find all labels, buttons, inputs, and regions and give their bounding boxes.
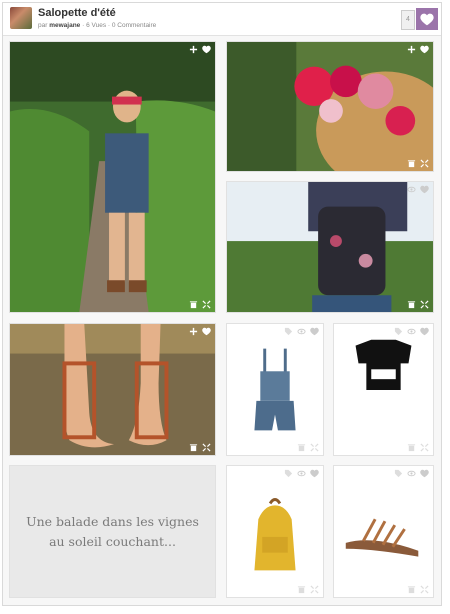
heart-icon[interactable]	[420, 327, 429, 336]
feet-photo	[10, 324, 215, 455]
photo-tile-outfit[interactable]	[9, 41, 216, 313]
like-button[interactable]	[416, 8, 438, 30]
product-tile-overalls[interactable]	[226, 323, 324, 456]
trash-icon[interactable]	[407, 443, 416, 452]
tag-icon[interactable]	[284, 327, 293, 336]
plus-icon[interactable]	[407, 45, 416, 54]
plus-icon[interactable]	[189, 327, 198, 336]
eye-icon[interactable]	[407, 185, 416, 194]
heart-icon	[420, 13, 434, 25]
overalls-product-image	[227, 324, 323, 455]
sandals-product-image	[334, 466, 433, 597]
trash-icon[interactable]	[189, 300, 198, 309]
tag-icon[interactable]	[284, 469, 293, 478]
eye-icon[interactable]	[407, 327, 416, 336]
expand-icon[interactable]	[420, 585, 429, 594]
heart-icon[interactable]	[420, 45, 429, 54]
caption-text: Une balade dans les vignes au soleil cou…	[26, 513, 199, 549]
tag-icon[interactable]	[394, 469, 403, 478]
trash-icon[interactable]	[407, 585, 416, 594]
post-header: Salopette d'été par mewajane · 6 Vues · …	[3, 3, 441, 36]
heart-icon[interactable]	[420, 469, 429, 478]
author-link[interactable]: mewajane	[49, 22, 80, 29]
flower-crown-photo	[227, 42, 433, 171]
expand-icon[interactable]	[310, 443, 319, 452]
trash-icon[interactable]	[297, 585, 306, 594]
product-tile-tshirt[interactable]	[333, 323, 434, 456]
eye-icon[interactable]	[297, 327, 306, 336]
trash-icon[interactable]	[407, 300, 416, 309]
expand-icon[interactable]	[420, 159, 429, 168]
tag-icon[interactable]	[394, 327, 403, 336]
backpack-back-photo	[227, 182, 433, 312]
photo-tile-feet[interactable]	[9, 323, 216, 456]
tshirt-product-image	[334, 324, 433, 455]
eye-icon[interactable]	[407, 469, 416, 478]
photo-tile-backpack-back[interactable]	[226, 181, 434, 313]
expand-icon[interactable]	[202, 300, 211, 309]
eye-icon[interactable]	[297, 469, 306, 478]
expand-icon[interactable]	[420, 443, 429, 452]
outfit-photo	[10, 42, 215, 312]
by-prefix: par	[38, 22, 48, 29]
like-count: 4	[401, 10, 415, 30]
trash-icon[interactable]	[407, 159, 416, 168]
backpack-product-image	[227, 466, 323, 597]
heart-icon[interactable]	[420, 185, 429, 194]
expand-icon[interactable]	[420, 300, 429, 309]
trash-icon[interactable]	[189, 443, 198, 452]
post-stats: · 6 Vues · 0 Commentaire	[82, 22, 157, 29]
heart-icon[interactable]	[310, 327, 319, 336]
post-title[interactable]: Salopette d'été	[38, 7, 116, 19]
expand-icon[interactable]	[310, 585, 319, 594]
heart-icon[interactable]	[202, 45, 211, 54]
post-meta: par mewajane · 6 Vues · 0 Commentaire	[38, 22, 156, 29]
caption-tile: Une balade dans les vignes au soleil cou…	[9, 465, 216, 598]
plus-icon[interactable]	[189, 45, 198, 54]
avatar[interactable]	[10, 7, 32, 29]
product-tile-backpack[interactable]	[226, 465, 324, 598]
expand-icon[interactable]	[202, 443, 211, 452]
trash-icon[interactable]	[297, 443, 306, 452]
product-tile-sandals[interactable]	[333, 465, 434, 598]
heart-icon[interactable]	[202, 327, 211, 336]
heart-icon[interactable]	[310, 469, 319, 478]
photo-tile-flower-crown[interactable]	[226, 41, 434, 172]
